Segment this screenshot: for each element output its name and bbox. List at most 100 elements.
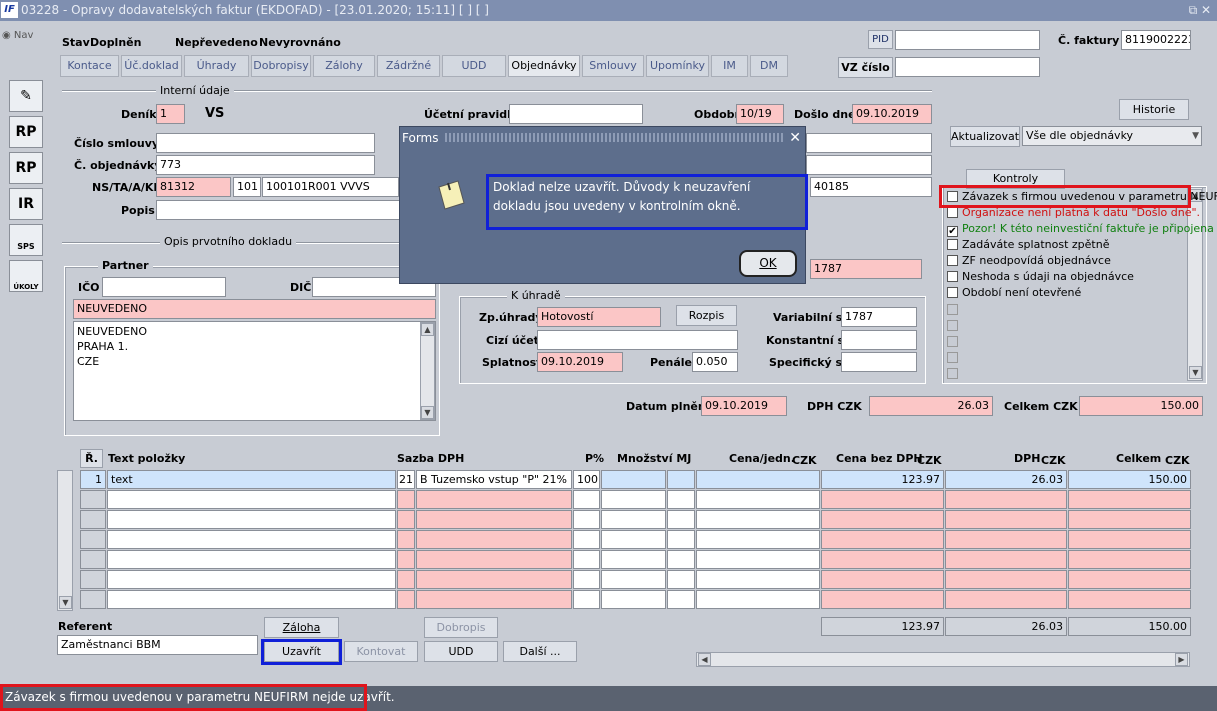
ukoly-button[interactable]: ÚKOLY (9, 260, 43, 292)
celkem-cell[interactable] (1068, 590, 1191, 609)
text-polozky-cell[interactable] (107, 510, 396, 529)
procento-cell[interactable]: 100 (573, 470, 600, 489)
tab-zalohy[interactable]: Zálohy (313, 55, 375, 77)
a-field[interactable]: 100101R001 VVVS (262, 177, 399, 197)
row-number-cell[interactable]: 1 (80, 470, 106, 489)
dph-cell[interactable] (945, 530, 1067, 549)
vz-cislo-field[interactable] (895, 57, 1040, 77)
text-polozky-cell[interactable] (107, 570, 396, 589)
cena-bez-dph-cell[interactable] (821, 570, 944, 589)
scroll-right-icon[interactable]: ▶ (1175, 653, 1188, 666)
smlouva-extra-field[interactable] (806, 133, 932, 153)
mnozstvi-cell[interactable] (601, 570, 666, 589)
mj-cell[interactable] (667, 590, 695, 609)
ico-field[interactable] (102, 277, 226, 297)
dph-cell[interactable] (945, 490, 1067, 509)
ucetni-pravidlo-field[interactable] (509, 104, 643, 124)
mj-cell[interactable] (667, 530, 695, 549)
tab-uhrady[interactable]: Úhrady (184, 55, 249, 77)
celkem-cell[interactable] (1068, 530, 1191, 549)
dph-cell[interactable] (945, 510, 1067, 529)
sazba-kod-cell[interactable] (397, 590, 415, 609)
cena-bez-dph-cell[interactable] (821, 530, 944, 549)
extra-pink-field[interactable]: 1787 (810, 259, 922, 279)
mj-cell[interactable] (667, 510, 695, 529)
nav-toggle[interactable]: ◉ Nav (2, 30, 33, 41)
sazba-dph-cell[interactable] (416, 530, 572, 549)
checkbox-icon[interactable] (947, 287, 958, 298)
checkbox-icon[interactable] (947, 255, 958, 266)
mnozstvi-cell[interactable] (601, 550, 666, 569)
mnozstvi-cell[interactable] (601, 470, 666, 489)
tab-dobropisy[interactable]: Dobropisy (251, 55, 311, 77)
dph-cell[interactable] (945, 550, 1067, 569)
tab-uc-doklad[interactable]: Úč.doklad (121, 55, 182, 77)
rozpis-button[interactable]: Rozpis (676, 305, 737, 326)
row-number-cell[interactable] (80, 550, 106, 569)
kontrola-item[interactable]: ✔ Pozor! K této neinvestiční faktuře je p… (947, 221, 1217, 237)
zp-uhrady-field[interactable]: Hotovostí (537, 307, 661, 327)
text-polozky-cell[interactable] (107, 490, 396, 509)
tab-zadrzne[interactable]: Zádržné (377, 55, 440, 77)
pid-button[interactable]: PID (868, 30, 893, 49)
row-number-cell[interactable] (80, 510, 106, 529)
cena-bez-dph-cell[interactable] (821, 510, 944, 529)
scroll-left-icon[interactable]: ◀ (698, 653, 711, 666)
kp-field[interactable]: 40185 (810, 177, 932, 197)
penale-field[interactable]: 0.050 (692, 352, 738, 372)
checkbox-icon[interactable] (947, 207, 958, 218)
text-polozky-cell[interactable] (107, 530, 396, 549)
mj-cell[interactable] (667, 470, 695, 489)
smlouva-field[interactable] (156, 133, 375, 153)
kontrola-item[interactable]: Neshoda s údaji na objednávce (947, 269, 1134, 285)
mnozstvi-cell[interactable] (601, 590, 666, 609)
sazba-kod-cell[interactable] (397, 570, 415, 589)
celkem-cell[interactable] (1068, 570, 1191, 589)
table-scrollbar[interactable]: ▼ (57, 470, 73, 611)
row-number-cell[interactable] (80, 570, 106, 589)
mnozstvi-cell[interactable] (601, 490, 666, 509)
splatnost-field[interactable]: 09.10.2019 (537, 352, 623, 372)
cena-jedn-cell[interactable] (696, 590, 820, 609)
row-number-header[interactable]: Ř. (80, 449, 103, 468)
ok-button[interactable]: OK (739, 250, 797, 277)
aktualizovat-select[interactable]: Vše dle objednávky ▼ (1022, 126, 1202, 146)
referent-field[interactable]: Zaměstnanci BBM (57, 635, 258, 655)
celkem-cell[interactable] (1068, 550, 1191, 569)
procento-cell[interactable] (573, 490, 600, 509)
dph-cell[interactable] (945, 570, 1067, 589)
sazba-kod-cell[interactable] (397, 510, 415, 529)
edit-icon[interactable]: ✎ (9, 80, 43, 112)
rp-cz-button[interactable]: RP (9, 116, 43, 148)
tab-smlouvy[interactable]: Smlouvy (582, 55, 644, 77)
procento-cell[interactable] (573, 530, 600, 549)
specificky-field[interactable] (841, 352, 917, 372)
dobropis-button[interactable]: Dobropis (424, 617, 498, 638)
tab-udd[interactable]: UDD (442, 55, 506, 77)
text-polozky-cell[interactable] (107, 590, 396, 609)
address-scrollbar[interactable]: ▲ ▼ (420, 322, 435, 420)
udd-button[interactable]: UDD (424, 641, 498, 662)
row-number-cell[interactable] (80, 590, 106, 609)
konstantni-field[interactable] (841, 330, 917, 350)
kontrola-item[interactable]: Období není otevřené (947, 285, 1081, 301)
celkem-total-field[interactable]: 150.00 (1079, 396, 1203, 416)
cena-bez-dph-cell[interactable] (821, 490, 944, 509)
kontovat-button[interactable]: Kontovat (344, 641, 418, 662)
window-controls[interactable]: ⧉ ✕ (1189, 0, 1211, 21)
scroll-down-icon[interactable]: ▼ (421, 406, 434, 419)
mnozstvi-cell[interactable] (601, 510, 666, 529)
sazba-dph-cell[interactable] (416, 490, 572, 509)
text-polozky-cell[interactable]: text (107, 470, 396, 489)
sazba-dph-cell[interactable] (416, 590, 572, 609)
objednavka-field[interactable]: 773 (156, 155, 375, 175)
celkem-cell[interactable]: 150.00 (1068, 470, 1191, 489)
denik-field[interactable]: 1 (156, 104, 185, 124)
checkbox-icon[interactable] (947, 271, 958, 282)
sps-button[interactable]: SPS (9, 224, 43, 256)
scroll-up-icon[interactable]: ▲ (421, 323, 434, 336)
dalsi-button[interactable]: Další ... (503, 641, 577, 662)
vz-cislo-button[interactable]: VZ číslo (838, 57, 893, 78)
checkbox-icon[interactable] (947, 239, 958, 250)
tab-dm[interactable]: DM (750, 55, 788, 77)
